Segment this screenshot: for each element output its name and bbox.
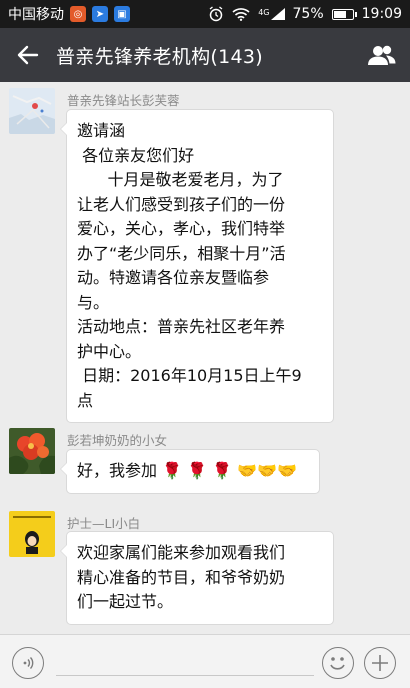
alarm-icon — [209, 6, 223, 22]
network-type: 4G — [258, 8, 270, 17]
message-bubble[interactable]: 好，我参加 🌹 🌹 🌹 🤝🤝🤝 — [60, 449, 320, 494]
battery-icon — [331, 8, 357, 20]
status-bar: 中国移动 ◎ ➤ ▣ 4G 75% 19:09 — [0, 0, 410, 28]
message-line: 活动地点：普亲先社区老年养 — [77, 317, 286, 336]
back-button[interactable] — [0, 28, 56, 82]
cartoon-girl-avatar-icon — [9, 511, 55, 557]
message-line: 邀请涵 — [77, 121, 126, 140]
battery-fill — [333, 10, 347, 18]
arrow-left-icon — [17, 45, 39, 65]
message-line: 爱心，关心，孝心，我们特举 — [77, 219, 286, 238]
group-members-icon — [368, 45, 396, 65]
avatar[interactable] — [9, 428, 55, 474]
plus-button[interactable] — [364, 647, 396, 679]
avatar[interactable] — [9, 88, 55, 134]
cellular-signal-icon: 4G — [258, 8, 285, 20]
message-line: 点 — [77, 390, 94, 410]
chat-header: 普亲先锋养老机构(143) — [0, 28, 410, 82]
battery-percent: 75% — [292, 6, 324, 22]
message-line: 日期：2016年10月15日上午9 — [77, 366, 302, 385]
voice-icon — [23, 657, 34, 669]
notification-app-icon: ◎ — [70, 6, 86, 22]
message-line: 与。 — [77, 292, 110, 312]
message-line: 们一起过节。 — [77, 592, 174, 611]
flower-avatar-icon — [9, 428, 55, 474]
message-line: 让老人们感受到孩子们的一份 — [77, 194, 286, 214]
message-line: 办了“老少同乐，相聚十月”活 — [77, 243, 286, 263]
message-line: 各位亲友您们好 — [77, 145, 195, 165]
message-line: 动。特邀请各位亲友暨临参 — [77, 268, 270, 287]
message-bubble[interactable]: 邀请涵 各位亲友您们好 十月是敬老爱老月，为了 让老人们感受到孩子们的一份 爱心… — [60, 109, 334, 423]
chat-title: 普亲先锋养老机构(143) — [56, 45, 263, 68]
message-line: 护中心。 — [77, 341, 142, 361]
sender-name: 普亲先锋站长彭芙蓉 — [67, 93, 180, 108]
avatar[interactable] — [9, 511, 55, 557]
map-avatar-icon — [9, 88, 55, 134]
message-bubble[interactable]: 欢迎家属们能来参加观看我们 精心准备的节目，和爷爷奶奶 们一起过节。 — [60, 531, 334, 625]
wifi-icon — [232, 8, 250, 21]
message-list[interactable]: 普亲先锋站长彭芙蓉 邀请涵 各位亲友您们好 十月是敬老爱老月，为了 让老人们感受… — [0, 82, 410, 634]
emoji-button[interactable] — [322, 647, 354, 679]
message-line: 欢迎家属们能来参加观看我们 — [77, 543, 286, 562]
clock: 19:09 — [361, 6, 402, 22]
sender-name: 护士—LI小白 — [67, 516, 141, 531]
plus-icon — [372, 655, 388, 671]
emoji-icon — [330, 657, 345, 670]
message-line: 精心准备的节目，和爷爷奶奶 — [77, 567, 286, 587]
voice-button[interactable] — [12, 647, 44, 679]
input-bar — [0, 634, 410, 688]
message-line: 好，我参加 🌹 🌹 🌹 🤝🤝🤝 — [77, 461, 297, 480]
carrier-label: 中国移动 — [8, 7, 64, 23]
message-line: 十月是敬老爱老月，为了 — [77, 170, 284, 189]
sender-name: 彭若坤奶奶的小女 — [67, 433, 168, 448]
message-input[interactable] — [56, 675, 314, 676]
gallery-notification-icon: ▣ — [114, 6, 130, 22]
group-members-button[interactable] — [354, 28, 410, 82]
notification-app-icon: ➤ — [92, 6, 108, 22]
